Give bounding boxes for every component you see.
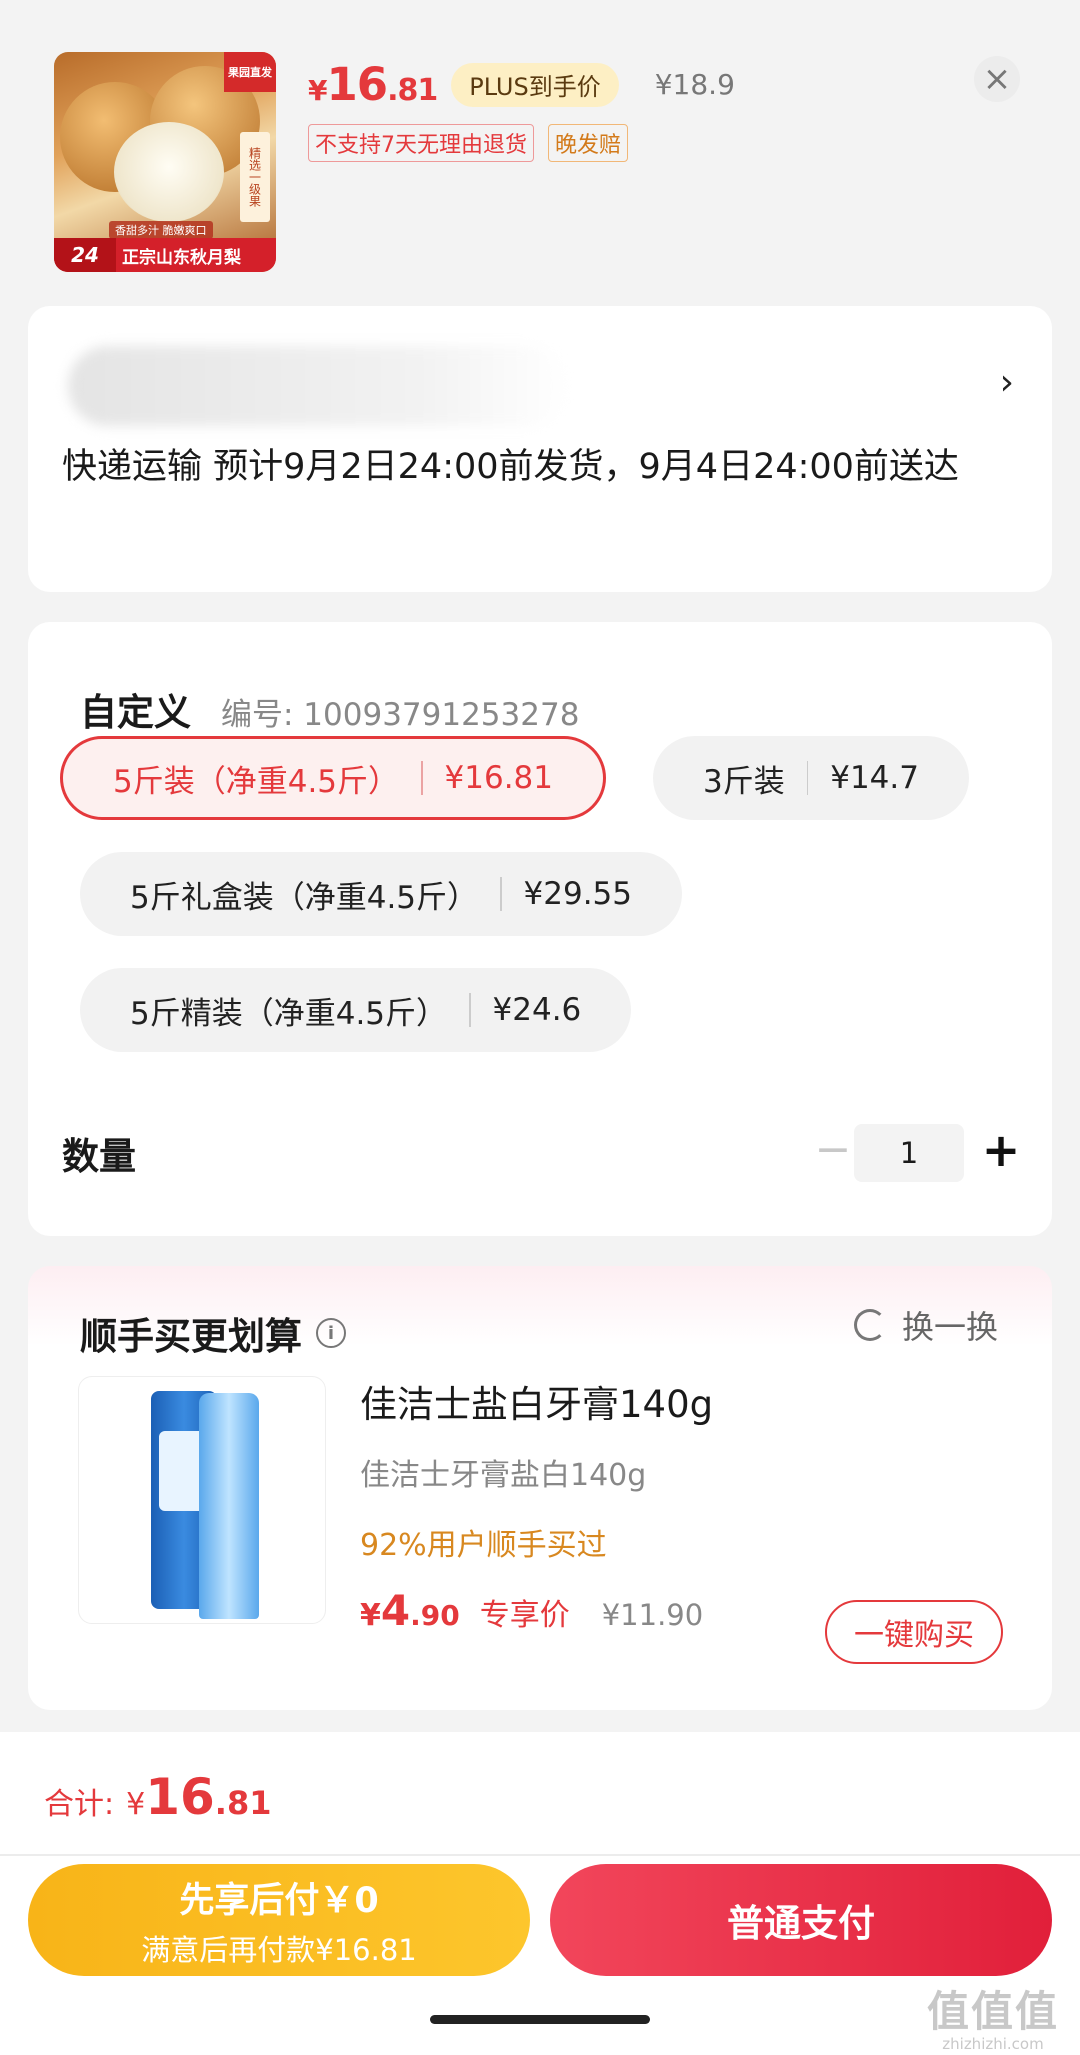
spec-option-label: 5斤精装（净重4.5斤） [130, 995, 448, 1032]
price-row: ¥16.81 PLUS到手价 ¥18.9 [308, 58, 735, 111]
product-code: 编号: 10093791253278 [221, 697, 580, 733]
upsell-price: ¥4.90 专享价 ¥11.90 [360, 1586, 704, 1635]
refresh-icon [854, 1309, 886, 1341]
minus-button[interactable]: − [808, 1124, 858, 1175]
thumb-hours-badge: 24 [54, 238, 116, 272]
swap-button[interactable]: 换一换 [854, 1302, 998, 1348]
toothpaste-tube-image [199, 1393, 259, 1619]
product-price: ¥16.81 [308, 58, 438, 111]
original-price: ¥18.9 [654, 68, 735, 101]
total-price: 合计: ¥16.81 [44, 1768, 272, 1826]
toothpaste-image[interactable] [78, 1376, 326, 1624]
spec-option-premium[interactable]: 5斤精装（净重4.5斤） ¥24.6 [80, 968, 632, 1052]
upsell-product-name[interactable]: 佳洁士盐白牙膏140g [360, 1374, 713, 1428]
spec-option-label: 5斤礼盒装（净重4.5斤） [130, 879, 479, 916]
divider [500, 877, 502, 911]
shipping-estimate: 快递运输 预计9月2日24:00前发货，9月4日24:00前送达 [62, 447, 959, 487]
thumb-title: 正宗山东秋月梨 [122, 247, 241, 268]
spec-option-price: ¥24.6 [492, 992, 582, 1028]
spec-option-label: 5斤装（净重4.5斤） [113, 763, 400, 800]
plus-price-badge: PLUS到手价 [451, 62, 619, 107]
watermark: 值值值 zhizhizhi.com [926, 1987, 1059, 2053]
upsell-title: 顺手买更划算 i [80, 1306, 346, 1360]
spec-option-giftbox[interactable]: 5斤礼盒装（净重4.5斤） ¥29.55 [80, 852, 683, 936]
spec-option-price: ¥14.7 [830, 760, 919, 796]
product-tags: 不支持7天无理由退货 晚发赔 [308, 124, 642, 162]
upsell-product-subtitle: 佳洁士牙膏盐白140g [360, 1458, 647, 1493]
quantity-label: 数量 [62, 1135, 136, 1178]
info-icon[interactable]: i [316, 1318, 346, 1348]
upsell-card: 顺手买更划算 i 换一换 佳洁士盐白牙膏140g 佳洁士牙膏盐白140g 92%… [28, 1266, 1052, 1710]
purchase-sheet: 果园直发 精选一级果 香甜多汁 脆嫩爽口 24 正宗山东秋月梨 ¥16.81 P… [0, 0, 1080, 2055]
upsell-original-price: ¥11.90 [601, 1598, 704, 1632]
late-compensation-tag: 晚发赔 [548, 124, 629, 162]
thumb-sub-caption: 香甜多汁 脆嫩爽口 [109, 221, 213, 239]
plus-button[interactable]: + [976, 1122, 1026, 1178]
swap-label: 换一换 [902, 1308, 999, 1346]
pay-later-title: 先享后付￥0 [179, 1880, 379, 1921]
spec-option-3jin[interactable]: 3斤装 ¥14.7 [653, 736, 969, 820]
pear-image [114, 122, 224, 222]
thumb-bottom-banner: 24 正宗山东秋月梨 [54, 238, 276, 272]
divider [421, 761, 423, 795]
spec-option-label: 3斤装 [703, 763, 785, 800]
spec-card: 自定义 编号: 10093791253278 5斤装（净重4.5斤） ¥16.8… [28, 622, 1052, 1236]
upsell-popularity: 92%用户顺手买过 [360, 1528, 607, 1563]
divider [806, 761, 809, 795]
divider [0, 1854, 1080, 1856]
quantity-input[interactable]: 1 [854, 1124, 964, 1182]
home-indicator[interactable] [430, 2015, 650, 2024]
spec-option-price: ¥16.81 [444, 760, 554, 796]
thumb-side-tag: 精选一级果 [240, 132, 270, 222]
pay-later-subtitle: 满意后再付款¥16.81 [141, 1932, 417, 1967]
normal-pay-button[interactable]: 普通支付 [550, 1864, 1052, 1976]
spec-header: 自定义 编号: 10093791253278 [80, 682, 579, 736]
divider [469, 993, 471, 1027]
spec-title: 自定义 [80, 691, 191, 734]
chevron-right-icon[interactable]: › [1000, 362, 1014, 403]
total-label: 合计: [44, 1787, 115, 1822]
exclusive-price-label: 专享价 [479, 1598, 570, 1633]
checkout-bar: 合计: ¥16.81 先享后付￥0 满意后再付款¥16.81 普通支付 值值值 … [0, 1732, 1080, 2055]
one-click-buy-button[interactable]: 一键购买 [825, 1600, 1003, 1664]
spec-option-5jin[interactable]: 5斤装（净重4.5斤） ¥16.81 [60, 736, 607, 820]
no-return-tag: 不支持7天无理由退货 [308, 124, 534, 162]
thumb-corner-badge: 果园直发 [224, 52, 276, 92]
spec-option-price: ¥29.55 [523, 876, 633, 912]
pay-later-button[interactable]: 先享后付￥0 满意后再付款¥16.81 [28, 1864, 530, 1976]
product-thumbnail: 果园直发 精选一级果 香甜多汁 脆嫩爽口 24 正宗山东秋月梨 [54, 52, 276, 272]
address-blurred [68, 346, 568, 426]
delivery-card[interactable]: › 快递运输 预计9月2日24:00前发货，9月4日24:00前送达 [28, 306, 1052, 592]
close-icon[interactable]: × [974, 56, 1020, 102]
